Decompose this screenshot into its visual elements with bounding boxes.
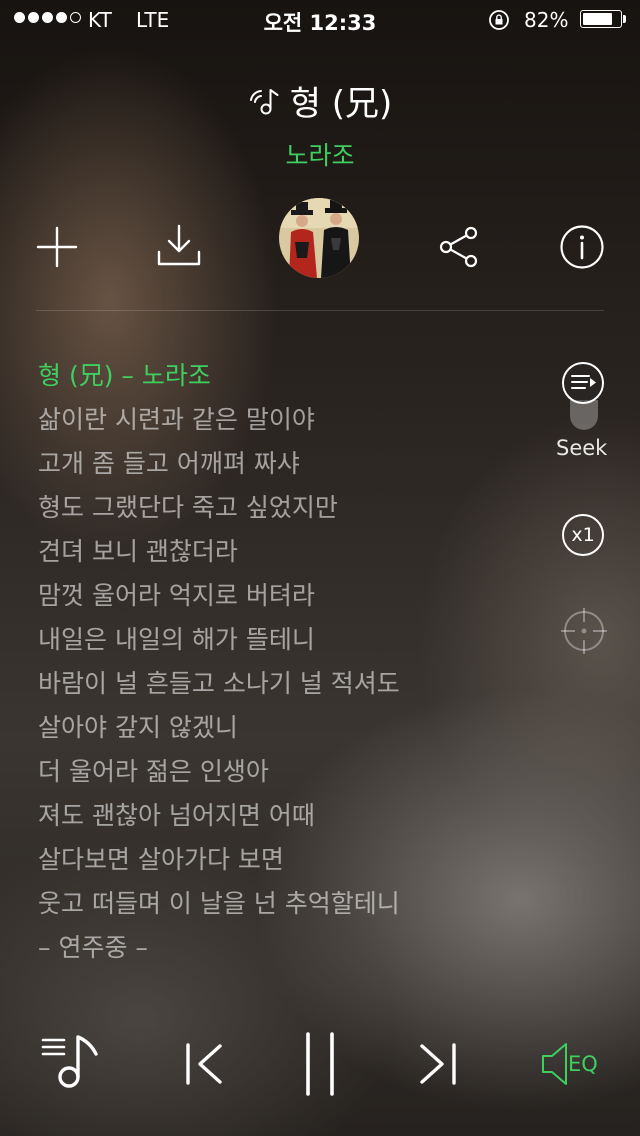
lyric-line: 바람이 널 흔들고 소나기 널 적셔도 [38,669,400,698]
rotation-lock-icon [489,10,509,30]
battery-icon [580,10,622,28]
streaming-note-icon [249,88,279,114]
status-bar: KT LTE 오전 12:33 82% [0,0,640,40]
song-title: 형 (兄) [289,84,393,124]
battery-percent: 82% [524,8,569,32]
lyric-line: 더 울어라 젊은 인생아 [38,757,269,786]
lyric-line: 고개 좀 들고 어깨펴 짜샤 [38,449,300,478]
add-to-playlist-icon[interactable] [36,226,78,268]
lyric-line: 져도 괜찮아 넘어지면 어때 [38,801,315,830]
lyric-line: 형도 그랬단다 죽고 싶었지만 [38,493,338,522]
lyric-line: 견뎌 보니 괜찮더라 [38,537,238,566]
divider [36,310,604,311]
equalizer-button[interactable]: EQ [540,1040,606,1088]
lyrics-list-icon[interactable] [561,361,605,405]
lyric-line: 살아야 갚지 않겠니 [38,713,238,742]
lyric-line: 웃고 떠들며 이 날을 넌 추억할테니 [38,889,400,918]
pause-icon[interactable] [302,1032,338,1096]
next-track-icon[interactable] [416,1042,458,1086]
lyric-line: 삶이란 시련과 같은 말이야 [38,405,315,434]
lyric-line: – 연주중 – [38,933,148,962]
locate-current-line-icon[interactable] [561,608,607,654]
lyric-line: 내일은 내일의 해가 뜰테니 [38,625,315,654]
battery-tip [623,15,626,23]
lyric-line-current: 형 (兄) – 노라조 [38,361,211,390]
lyrics-panel[interactable]: 형 (兄) – 노라조 삶이란 시련과 같은 말이야 고개 좀 들고 어깨펴 짜… [38,354,518,970]
playlist-icon[interactable] [40,1034,102,1092]
eq-label: EQ [568,1052,598,1076]
share-icon[interactable] [438,226,480,268]
artist-name[interactable]: 노라조 [0,136,640,172]
album-art[interactable] [279,198,359,278]
lyric-line: 살다보면 살아가다 보면 [38,845,284,874]
speed-label: x1 [571,524,595,546]
lyric-line: 맘껏 울어라 억지로 버텨라 [38,581,315,610]
seek-label: Seek [556,436,608,460]
download-icon[interactable] [156,222,202,268]
playback-speed-button[interactable]: x1 [561,513,605,557]
song-title-row: 형 (兄) [0,76,640,125]
info-icon[interactable] [559,224,605,270]
previous-track-icon[interactable] [184,1042,226,1086]
